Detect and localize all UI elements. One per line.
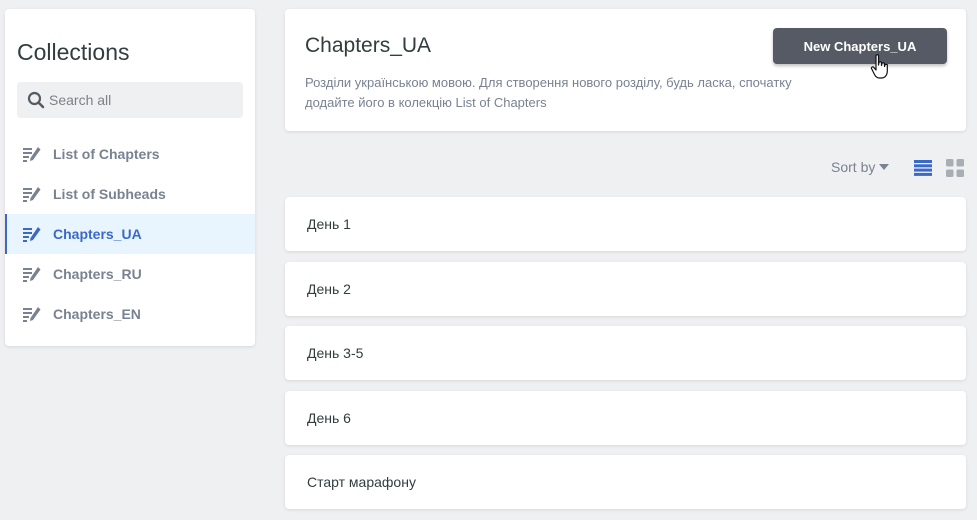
collection-edit-icon <box>23 147 41 162</box>
sidebar-item-label: Chapters_EN <box>53 306 141 322</box>
list-item[interactable]: Старт марафону <box>285 455 966 509</box>
sort-by-label: Sort by <box>831 159 876 175</box>
entry-title: День 3-5 <box>307 345 364 361</box>
entry-title: Старт марафону <box>307 474 416 490</box>
list-item[interactable]: День 2 <box>285 261 966 316</box>
list-view-icon[interactable] <box>914 160 932 176</box>
entry-title: День 1 <box>307 216 351 232</box>
collection-header: Chapters_UA Розділи українською мовою. Д… <box>285 9 966 131</box>
sidebar-item-label: List of Subheads <box>53 186 166 202</box>
list-item[interactable]: День 6 <box>285 390 966 445</box>
entry-list: День 1 День 2 День 3-5 День 6 Старт мара… <box>285 197 966 520</box>
sidebar-item-chapters-en[interactable]: Chapters_EN <box>5 294 255 334</box>
sidebar-item-chapters-ua[interactable]: Chapters_UA <box>5 214 255 254</box>
sidebar-item-label: List of Chapters <box>53 146 160 162</box>
collection-edit-icon <box>23 227 41 242</box>
collection-edit-icon <box>23 187 41 202</box>
search-input[interactable] <box>49 92 229 108</box>
search-box[interactable] <box>17 82 243 118</box>
collection-edit-icon <box>23 267 41 282</box>
sidebar-item-chapters-ru[interactable]: Chapters_RU <box>5 254 255 294</box>
sidebar-title: Collections <box>17 39 130 65</box>
sidebar-item-list-of-chapters[interactable]: List of Chapters <box>5 134 255 174</box>
page-title: Chapters_UA <box>305 34 432 57</box>
sort-by-dropdown[interactable]: Sort by <box>831 159 890 175</box>
search-icon <box>27 91 45 109</box>
list-item[interactable]: День 3-5 <box>285 326 966 380</box>
entry-title: День 6 <box>307 409 351 426</box>
sidebar-item-list-of-subheads[interactable]: List of Subheads <box>5 174 255 214</box>
entry-title: День 2 <box>307 280 351 297</box>
grid-view-icon[interactable] <box>946 159 964 177</box>
list-item[interactable]: День 1 <box>285 197 966 251</box>
sidebar-item-label: Chapters_UA <box>53 226 142 242</box>
collection-list: List of Chapters List of Subheads Chapte… <box>5 134 255 334</box>
collection-edit-icon <box>23 307 41 322</box>
sidebar-item-label: Chapters_RU <box>53 266 142 282</box>
collections-sidebar: Collections List of Chapters <box>5 9 255 346</box>
collection-description: Розділи українською мовою. Для створення… <box>305 75 792 110</box>
new-entry-button[interactable]: New Chapters_UA <box>773 28 947 64</box>
caret-down-icon <box>879 164 890 170</box>
hand-pointer-icon <box>870 54 888 79</box>
